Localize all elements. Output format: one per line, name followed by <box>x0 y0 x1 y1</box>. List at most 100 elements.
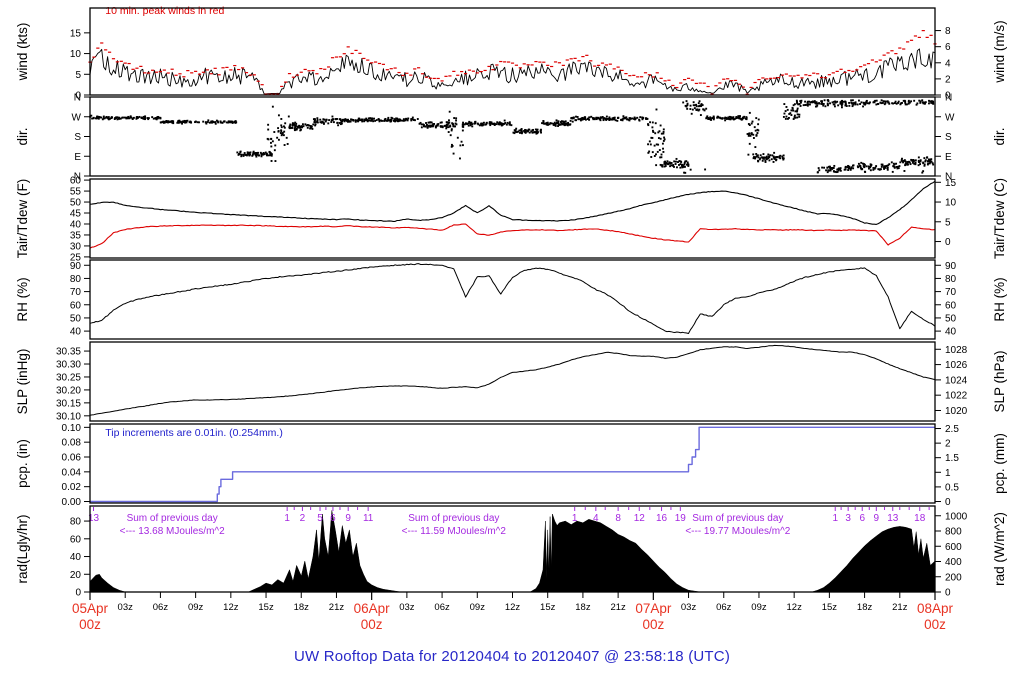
svg-text:4: 4 <box>945 58 951 69</box>
svg-text:15z: 15z <box>822 602 838 613</box>
svg-text:1020: 1020 <box>945 406 968 417</box>
plot-title: UW Rooftop Data for 20120404 to 20120407… <box>293 648 731 665</box>
svg-text:40: 40 <box>70 327 82 338</box>
svg-text:18z: 18z <box>857 602 873 613</box>
svg-text:03z: 03z <box>399 602 415 613</box>
svg-text:12: 12 <box>634 513 646 524</box>
svg-text:Tip increments are 0.01in. (0.: Tip increments are 0.01in. (0.254mm.) <box>105 427 283 439</box>
svg-text:0: 0 <box>945 588 951 599</box>
svg-text:E: E <box>74 152 81 163</box>
svg-text:09z: 09z <box>751 602 767 613</box>
svg-text:12z: 12z <box>787 602 803 613</box>
svg-text:1: 1 <box>832 513 838 524</box>
svg-text:12z: 12z <box>505 602 521 613</box>
svg-text:30.15: 30.15 <box>56 398 81 409</box>
svg-text:800: 800 <box>945 527 962 538</box>
svg-text:30.10: 30.10 <box>56 411 81 422</box>
svg-text:15: 15 <box>70 28 82 39</box>
svg-text:12z: 12z <box>223 602 239 613</box>
svg-text:45: 45 <box>70 209 82 220</box>
svg-text:2.5: 2.5 <box>945 424 959 435</box>
svg-text:21z: 21z <box>329 602 345 613</box>
svg-text:rad (W/m^2): rad (W/m^2) <box>992 512 1007 586</box>
svg-text:70: 70 <box>945 287 957 298</box>
svg-text:1000: 1000 <box>945 511 968 522</box>
svg-text:60: 60 <box>70 534 82 545</box>
svg-text:S: S <box>74 132 81 143</box>
panel-rh: 40 50 60 70 80 90 40 50 60 70 80 90 RH (%) RH (%) <box>15 259 1007 340</box>
svg-text:06z: 06z <box>153 602 169 613</box>
x-axis: 03z 06z 09z 12z 15z 18z 21z 03z 06z 09z 12z 15z 18z 2… <box>72 592 954 632</box>
svg-text:80: 80 <box>70 517 82 528</box>
svg-text:15: 15 <box>945 178 957 189</box>
panel-rad: 13 1 2 5 6 9 11 1 4 8 12 16 19 1 3 6 9 13 18Sum of previou… <box>15 505 1007 599</box>
uw-rooftop-plot-page: 10 min. peak winds in red 0 5 10 15 0 2 4 6 8 wind… <box>0 0 1024 700</box>
svg-text:S: S <box>945 132 952 143</box>
svg-text:Sum of previous day: Sum of previous day <box>408 513 499 524</box>
svg-text:0.00: 0.00 <box>62 497 82 508</box>
svg-text:1: 1 <box>945 468 951 479</box>
svg-text:2: 2 <box>945 439 951 450</box>
svg-text:6: 6 <box>859 513 865 524</box>
svg-text:1026: 1026 <box>945 360 968 371</box>
svg-text:07Apr: 07Apr <box>635 601 672 616</box>
svg-text:05Apr: 05Apr <box>72 601 109 616</box>
svg-text:90: 90 <box>70 261 82 272</box>
svg-text:N: N <box>74 93 81 104</box>
svg-text:13: 13 <box>887 513 899 524</box>
svg-text:Tair/Tdew (F): Tair/Tdew (F) <box>15 179 30 259</box>
svg-text:RH (%): RH (%) <box>15 277 30 321</box>
svg-text:11: 11 <box>363 513 374 524</box>
svg-text:30.30: 30.30 <box>56 360 81 371</box>
svg-text:09z: 09z <box>470 602 486 613</box>
svg-text:pcp. (in): pcp. (in) <box>15 439 30 488</box>
svg-text:0.10: 0.10 <box>62 423 82 434</box>
svg-text:80: 80 <box>945 274 957 285</box>
svg-text:5: 5 <box>75 70 81 81</box>
svg-text:19: 19 <box>675 513 687 524</box>
svg-text:dir.: dir. <box>15 127 30 145</box>
svg-text:W: W <box>72 112 82 123</box>
svg-text:10: 10 <box>70 49 82 60</box>
svg-text:4: 4 <box>593 513 599 524</box>
svg-text:5: 5 <box>945 217 951 228</box>
svg-text:21z: 21z <box>892 602 908 613</box>
svg-text:SLP (inHg): SLP (inHg) <box>15 349 30 415</box>
svg-text:wind (m/s): wind (m/s) <box>992 20 1007 83</box>
svg-text:9: 9 <box>874 513 880 524</box>
svg-text:00z: 00z <box>79 617 101 632</box>
svg-text:60: 60 <box>70 300 82 311</box>
svg-text:2: 2 <box>300 513 306 524</box>
svg-text:30.20: 30.20 <box>56 385 81 396</box>
svg-text:30.25: 30.25 <box>56 372 81 383</box>
svg-text:03z: 03z <box>118 602 134 613</box>
svg-text:00z: 00z <box>361 617 383 632</box>
svg-text:60: 60 <box>70 176 82 187</box>
svg-text:N: N <box>945 93 952 104</box>
svg-text:00z: 00z <box>642 617 664 632</box>
svg-text:15z: 15z <box>540 602 556 613</box>
svg-text:rad(Lgly/hr): rad(Lgly/hr) <box>15 514 30 583</box>
svg-text:6: 6 <box>945 42 951 53</box>
svg-text:50: 50 <box>945 313 957 324</box>
svg-text:3: 3 <box>845 513 851 524</box>
panel-temp: 2530354045505560051015Tair/Tdew (F) Tair/… <box>15 176 1007 264</box>
svg-text:0: 0 <box>75 588 81 599</box>
svg-text:40: 40 <box>70 219 82 230</box>
svg-text:50: 50 <box>70 198 82 209</box>
svg-text:2: 2 <box>945 74 951 85</box>
svg-text:18z: 18z <box>294 602 310 613</box>
svg-text:0.04: 0.04 <box>62 467 82 478</box>
svg-text:600: 600 <box>945 542 962 553</box>
uw-rooftop-multipanel-chart: 10 min. peak winds in red05101502468wind… <box>15 5 1007 632</box>
svg-text:Sum of previous day: Sum of previous day <box>127 513 218 524</box>
svg-text:5: 5 <box>317 513 323 524</box>
svg-text:SLP (hPa): SLP (hPa) <box>992 350 1007 412</box>
svg-text:<--- 11.59 MJoules/m^2: <--- 11.59 MJoules/m^2 <box>402 526 507 537</box>
svg-text:0.08: 0.08 <box>62 438 82 449</box>
svg-text:200: 200 <box>945 572 962 583</box>
svg-text:20: 20 <box>70 570 82 581</box>
svg-text:15z: 15z <box>258 602 274 613</box>
svg-text:wind (kts): wind (kts) <box>15 23 30 82</box>
svg-text:E: E <box>945 152 952 163</box>
